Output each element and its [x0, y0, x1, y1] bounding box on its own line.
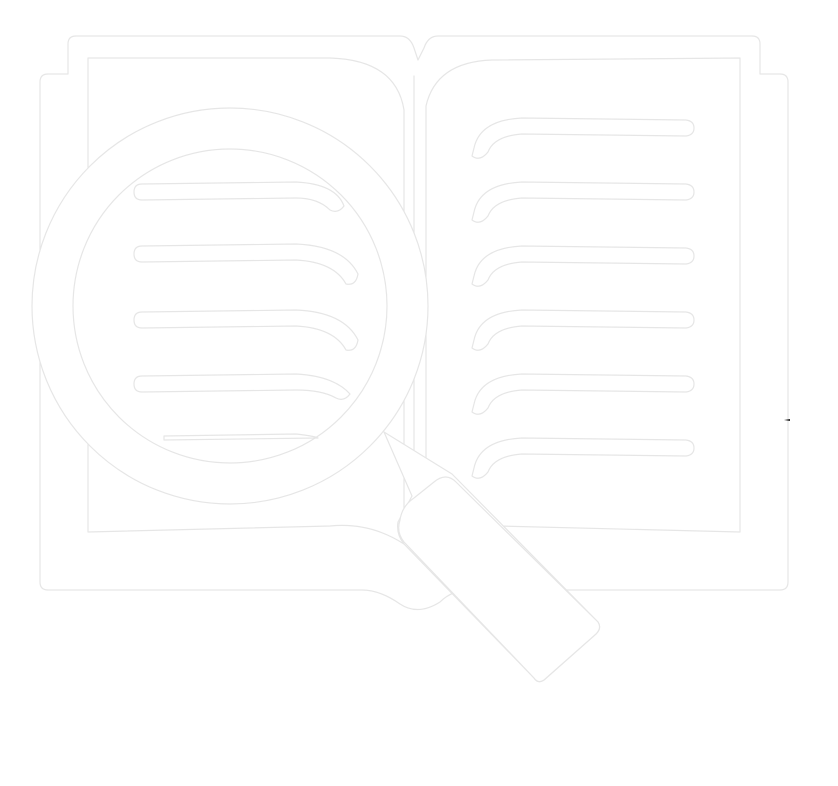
icon-canvas	[0, 0, 838, 786]
book-search-icon	[31, 35, 790, 683]
